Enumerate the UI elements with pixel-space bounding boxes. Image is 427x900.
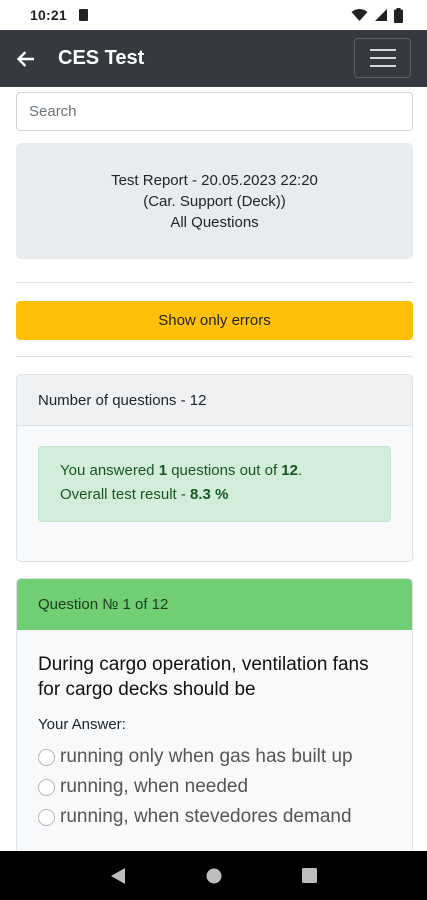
question-body: During cargo operation, ventilation fans… <box>17 630 412 827</box>
app-bar: CES Test <box>0 30 427 87</box>
divider <box>16 356 413 357</box>
question-text: During cargo operation, ventilation fans… <box>38 654 369 700</box>
answer-option[interactable]: running, when needed <box>38 776 391 797</box>
back-triangle-icon[interactable] <box>110 867 126 885</box>
radio-button[interactable] <box>38 808 55 826</box>
status-time: 10:21 <box>30 7 67 23</box>
result-alert: You answered 1 questions out of 12. Over… <box>38 446 391 522</box>
sim-card-icon <box>78 9 88 21</box>
back-button[interactable] <box>0 30 50 87</box>
content-area[interactable]: Test Report - 20.05.2023 22:20 (Car. Sup… <box>0 87 427 851</box>
radio-button[interactable] <box>38 778 55 796</box>
system-nav-bar <box>0 851 427 900</box>
total-count: 12 <box>281 462 298 479</box>
search-input[interactable] <box>16 92 413 131</box>
result-value: 8.3 % <box>190 486 229 503</box>
wifi-icon <box>351 8 368 21</box>
your-answer-label: Your Answer: <box>38 716 126 733</box>
answer-option[interactable]: running, when stevedores demand <box>38 806 391 827</box>
app-title: CES Test <box>58 47 145 69</box>
show-only-errors-button[interactable]: Show only errors <box>16 301 413 340</box>
summary-card: Number of questions - 12 You answered 1 … <box>16 374 413 562</box>
report-info: Test Report - 20.05.2023 22:20 (Car. Sup… <box>16 143 413 259</box>
answered-count: 1 <box>158 462 168 479</box>
battery-icon <box>394 7 403 23</box>
menu-button[interactable] <box>354 38 411 78</box>
summary-header: Number of questions - 12 <box>17 375 412 426</box>
divider <box>16 282 413 283</box>
status-bar: 10:21 <box>0 0 427 30</box>
question-header: Question № 1 of 12 <box>17 579 412 630</box>
hamburger-menu-icon <box>369 49 396 51</box>
question-card: Question № 1 of 12 During cargo operatio… <box>16 578 413 851</box>
option-label: running, when stevedores demand <box>60 806 352 827</box>
option-label: running only when gas has built up <box>60 746 353 767</box>
report-category: (Car. Support (Deck)) <box>143 192 286 210</box>
report-title: Test Report - 20.05.2023 22:20 <box>111 171 318 189</box>
screen: 10:21 CES Test Search Test Report - 20.0… <box>0 0 427 900</box>
arrow-left-icon <box>16 50 34 67</box>
answer-options: running only when gas has built up runni… <box>38 746 391 827</box>
recents-square-icon[interactable] <box>302 868 317 883</box>
answer-option[interactable]: running only when gas has built up <box>38 746 391 767</box>
status-icons <box>351 7 403 23</box>
home-circle-icon[interactable] <box>206 868 222 884</box>
report-scope: All Questions <box>170 213 259 231</box>
signal-icon <box>375 9 387 21</box>
answered-line: You answered 1 questions out of 12. <box>60 462 303 479</box>
option-label: running, when needed <box>60 776 249 797</box>
result-line: Overall test result - 8.3 % <box>60 486 229 503</box>
radio-button[interactable] <box>38 748 55 766</box>
